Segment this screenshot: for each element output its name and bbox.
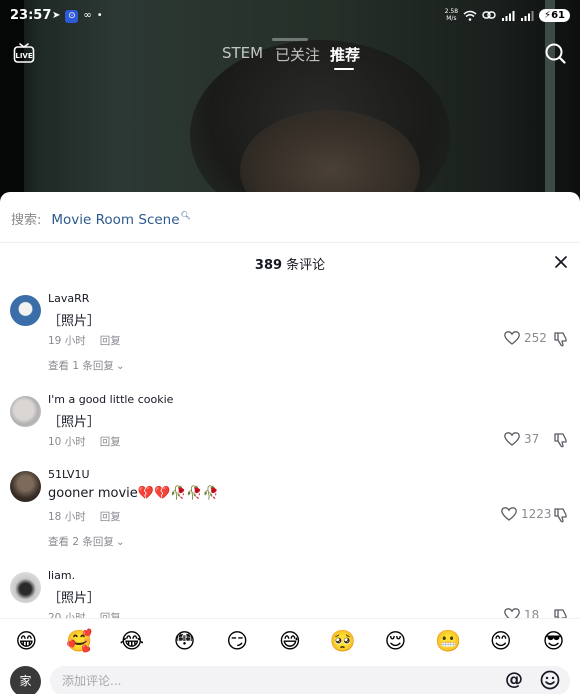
comment-username[interactable]: LavaRR bbox=[48, 292, 89, 305]
emoji-blush[interactable]: 😊 bbox=[486, 628, 516, 654]
heart-icon bbox=[501, 507, 517, 521]
dislike-button[interactable] bbox=[553, 331, 569, 347]
comment-username[interactable]: liam. bbox=[48, 569, 75, 582]
signal-icon-2 bbox=[521, 10, 534, 21]
dot-icon: • bbox=[96, 10, 103, 21]
tab-following[interactable]: 已关注 bbox=[275, 44, 320, 65]
comment-item: I'm a good little cookie ［照片］ 10 小时 回复 3… bbox=[0, 393, 580, 453]
status-time: 23:57 bbox=[10, 8, 52, 23]
heart-icon bbox=[504, 331, 520, 345]
video-dark-edge bbox=[0, 0, 24, 200]
search-icon[interactable] bbox=[544, 42, 566, 64]
comment-time: 19 小时 bbox=[48, 335, 86, 347]
avatar[interactable] bbox=[10, 396, 41, 427]
tab-recommended[interactable]: 推荐 bbox=[330, 44, 360, 65]
mention-at-icon[interactable]: @ bbox=[505, 669, 523, 690]
status-right-icons: 2.58 M/s ⚡61 bbox=[445, 8, 570, 22]
comment-sheet: 搜索: Movie Room Scene 🔍︎ 389 条评论 LavaRR ［照… bbox=[0, 192, 580, 694]
emoji-smirk[interactable]: 😏 bbox=[222, 628, 252, 654]
like-count: 37 bbox=[524, 432, 540, 446]
net-speed: 2.58 M/s bbox=[444, 8, 459, 22]
my-avatar[interactable]: 家 bbox=[10, 666, 41, 694]
comment-count: 389 bbox=[254, 258, 283, 273]
view-replies-link[interactable]: 查看 1 条回复 ⌄ bbox=[48, 358, 125, 373]
thumbs-down-icon bbox=[554, 433, 567, 448]
comment-count-label: 条评论 bbox=[286, 258, 326, 273]
comment-username[interactable]: 51LV1U bbox=[48, 468, 90, 481]
divider bbox=[0, 242, 580, 243]
wifi-icon bbox=[463, 10, 477, 21]
video-window-frame bbox=[545, 0, 555, 200]
comment-username[interactable]: I'm a good little cookie bbox=[48, 393, 173, 406]
emoji-flushed[interactable]: 😳 bbox=[170, 628, 200, 654]
avatar[interactable] bbox=[10, 295, 41, 326]
comment-meta: 19 小时 回复 bbox=[48, 333, 121, 348]
comment-item: LavaRR ［照片］ 19 小时 回复 252 查看 1 条回复 ⌄ bbox=[0, 292, 580, 382]
comment-text[interactable]: gooner movie💔💔🥀🥀🥀 bbox=[48, 486, 219, 501]
like-button[interactable]: 1223 bbox=[501, 507, 552, 521]
emoji-relieved[interactable]: 😌 bbox=[380, 628, 410, 654]
view-replies-label: 查看 1 条回复 bbox=[48, 360, 114, 372]
comment-item: 51LV1U gooner movie💔💔🥀🥀🥀 18 小时 回复 1223 查… bbox=[0, 468, 580, 558]
dislike-button[interactable] bbox=[553, 432, 569, 448]
reply-button[interactable]: 回复 bbox=[100, 509, 121, 524]
view-replies-link[interactable]: 查看 2 条回复 ⌄ bbox=[48, 534, 125, 549]
emoji-picker-icon[interactable] bbox=[540, 670, 560, 690]
status-bar: 23:57 ➤ ⊙ ∞ • 2.58 M/s ⚡61 bbox=[0, 6, 580, 28]
reply-button[interactable]: 回复 bbox=[100, 434, 121, 449]
search-term-link[interactable]: Movie Room Scene bbox=[51, 212, 179, 228]
comment-time: 18 小时 bbox=[48, 511, 86, 523]
chevron-down-icon: ⌄ bbox=[115, 359, 125, 372]
comment-time: 10 小时 bbox=[48, 436, 86, 448]
avatar[interactable] bbox=[10, 572, 41, 603]
battery-indicator: ⚡61 bbox=[539, 8, 570, 22]
comment-count-header: 389 条评论 bbox=[0, 254, 580, 273]
mini-search-icon: 🔍︎ bbox=[180, 211, 191, 220]
comment-text[interactable]: ［照片］ bbox=[48, 587, 100, 606]
like-count: 252 bbox=[524, 331, 547, 345]
infinity-icon: ∞ bbox=[83, 10, 92, 21]
close-icon[interactable] bbox=[553, 254, 569, 270]
thumbs-down-icon bbox=[554, 332, 567, 347]
comment-text[interactable]: ［照片］ bbox=[48, 310, 100, 329]
emoji-pleading[interactable]: 🥺 bbox=[328, 628, 358, 654]
like-button[interactable]: 37 bbox=[504, 432, 539, 446]
emoji-quick-bar: 😁 🥰 😂 😳 😏 😅 🥺 😌 😬 😊 😎 bbox=[0, 618, 580, 662]
like-count: 1223 bbox=[521, 507, 552, 521]
search-prefix: 搜索: bbox=[11, 213, 42, 228]
emoji-joy[interactable]: 😂 bbox=[117, 628, 147, 654]
telegram-icon: ➤ bbox=[52, 10, 61, 21]
emoji-sweat-smile[interactable]: 😅 bbox=[275, 628, 305, 654]
status-left-icons: ➤ ⊙ ∞ • bbox=[52, 9, 103, 23]
comment-input-bar: 家 添加评论... @ bbox=[0, 662, 580, 694]
video-background[interactable] bbox=[0, 0, 580, 200]
signal-icon-1 bbox=[502, 10, 515, 21]
emoji-grimace[interactable]: 😬 bbox=[433, 628, 463, 654]
link-icon bbox=[482, 11, 496, 19]
heart-icon bbox=[504, 432, 520, 446]
like-button[interactable]: 252 bbox=[504, 331, 547, 345]
emoji-grin[interactable]: 😁 bbox=[11, 628, 41, 654]
search-suggestion[interactable]: 搜索: Movie Room Scene 🔍︎ bbox=[11, 209, 191, 228]
reply-button[interactable]: 回复 bbox=[100, 333, 121, 348]
avatar[interactable] bbox=[10, 471, 41, 502]
pull-indicator bbox=[272, 38, 308, 41]
comment-meta: 18 小时 回复 bbox=[48, 509, 121, 524]
active-tab-underline bbox=[334, 68, 354, 70]
emoji-sunglasses[interactable]: 😎 bbox=[539, 628, 569, 654]
dislike-button[interactable] bbox=[553, 507, 569, 523]
app-badge-icon: ⊙ bbox=[65, 9, 79, 23]
top-tabs: STEM 已关注 推荐 bbox=[0, 44, 580, 74]
view-replies-label: 查看 2 条回复 bbox=[48, 536, 114, 548]
thumbs-down-icon bbox=[554, 508, 567, 523]
comment-meta: 10 小时 回复 bbox=[48, 434, 121, 449]
chevron-down-icon: ⌄ bbox=[115, 535, 125, 548]
tab-stem[interactable]: STEM bbox=[222, 44, 263, 62]
comment-input[interactable]: 添加评论... bbox=[50, 666, 570, 694]
comment-text[interactable]: ［照片］ bbox=[48, 411, 100, 430]
emoji-hearts[interactable]: 🥰 bbox=[64, 628, 94, 654]
